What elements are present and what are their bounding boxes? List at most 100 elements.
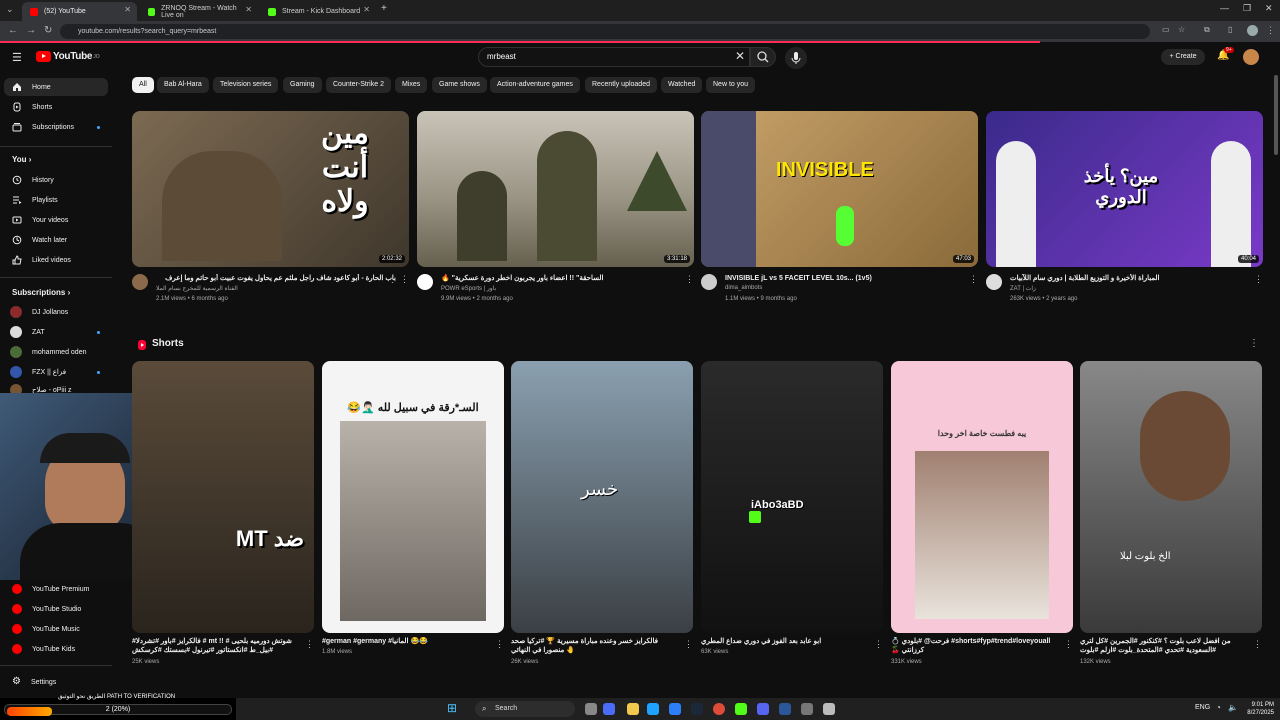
more-options-icon[interactable]: ⋮: [305, 639, 314, 650]
close-tab-icon[interactable]: ✕: [363, 5, 370, 14]
store-app-icon[interactable]: [669, 703, 681, 715]
app-icon[interactable]: [801, 703, 813, 715]
sidebar-item-playlists[interactable]: Playlists: [4, 191, 108, 209]
sidebar-item-settings[interactable]: ⚙ Settings: [4, 673, 108, 691]
channel-avatar[interactable]: [417, 274, 433, 290]
taskbar-search[interactable]: ⌕ Search: [475, 701, 575, 717]
maximize-icon[interactable]: ❐: [1243, 3, 1251, 14]
app-icon[interactable]: [779, 703, 791, 715]
close-tab-icon[interactable]: ✕: [245, 5, 252, 14]
reload-icon[interactable]: ↻: [44, 25, 52, 36]
address-bar[interactable]: youtube.com/results?search_query=mrbeast: [60, 24, 1150, 39]
video-channel[interactable]: POWR eSports | باور: [441, 285, 496, 292]
shorts-more-icon[interactable]: ⋮: [1249, 338, 1259, 349]
profile-avatar[interactable]: [1247, 25, 1258, 36]
search-input[interactable]: mrbeast ✕: [478, 47, 750, 67]
volume-icon[interactable]: 🔈: [1228, 703, 1238, 712]
chip-television-series[interactable]: Television series: [213, 77, 279, 93]
sidebar-item-history[interactable]: History: [4, 171, 108, 189]
sidebar-item-watch-later[interactable]: Watch later: [4, 231, 108, 249]
short-title[interactable]: فالكرايز خسر وعنده مباراة مسيرية 🏆 #تركي…: [511, 637, 679, 655]
more-options-icon[interactable]: ⋮: [1254, 274, 1263, 285]
video-channel[interactable]: القناة الرسمية للمخرج بسام الملا: [156, 285, 238, 292]
sidebar-item-home[interactable]: Home: [4, 78, 108, 96]
short-thumbnail[interactable]: خسر: [511, 361, 693, 633]
voice-search-button[interactable]: [785, 47, 807, 69]
short-title[interactable]: #german #germany #المانيا 😂😂: [322, 637, 490, 646]
clear-search-icon[interactable]: ✕: [735, 49, 745, 63]
short-thumbnail[interactable]: يبه فطست خاصة اخر وحدا: [891, 361, 1073, 633]
more-options-icon[interactable]: ⋮: [495, 639, 504, 650]
app-icon[interactable]: [735, 703, 747, 715]
menu-kebab-icon[interactable]: ⋮: [1266, 25, 1275, 36]
sidebar-item-youtube-premium[interactable]: YouTube Premium: [4, 580, 108, 598]
sidebar-sub-zat[interactable]: ZAT: [4, 323, 108, 341]
more-options-icon[interactable]: ⋮: [969, 274, 978, 285]
sidebar-subscriptions-heading[interactable]: Subscriptions ›: [12, 288, 70, 297]
short-title[interactable]: 💍 فرحت@ #بلودي #shorts#fyp#trend#loveyou…: [891, 637, 1059, 655]
app-icon[interactable]: [757, 703, 769, 715]
short-thumbnail[interactable]: MT ضد: [132, 361, 314, 633]
more-options-icon[interactable]: ⋮: [1253, 639, 1262, 650]
page-scrollbar[interactable]: [1274, 75, 1278, 155]
chip-game-shows[interactable]: Game shows: [432, 77, 487, 93]
sidebar-sub-mohammed-oden[interactable]: mohammed oden: [4, 343, 108, 361]
sidebar-item-youtube-studio[interactable]: YouTube Studio: [4, 600, 108, 618]
more-options-icon[interactable]: ⋮: [874, 639, 883, 650]
more-options-icon[interactable]: ⋮: [1064, 639, 1073, 650]
channel-avatar[interactable]: [701, 274, 717, 290]
video-title[interactable]: باب الحارة - أبو كاعود شاف راجل ملثم عم …: [156, 274, 396, 283]
sidebar-you-heading[interactable]: You ›: [12, 155, 31, 164]
tab-kick-stream[interactable]: ZRNOQ Stream - Watch Live on ✕: [140, 2, 258, 21]
sidebar-item-your-videos[interactable]: Your videos: [4, 211, 108, 229]
close-tab-icon[interactable]: ✕: [124, 5, 131, 14]
extensions-icon[interactable]: ⧉: [1204, 25, 1210, 35]
steam-app-icon[interactable]: [691, 703, 703, 715]
sidebar-item-youtube-kids[interactable]: YouTube Kids: [4, 640, 108, 658]
task-view-icon[interactable]: [585, 703, 597, 715]
taskbar-clock[interactable]: 9:01 PM 8/27/2025: [1247, 701, 1274, 717]
sidebar-sub-dj-jollanos[interactable]: DJ Jollanos: [4, 303, 108, 321]
video-thumbnail[interactable]: 3:31:18: [417, 111, 694, 267]
chip-mixes[interactable]: Mixes: [395, 77, 428, 93]
cast-icon[interactable]: ▭: [1162, 25, 1170, 34]
tab-search-icon[interactable]: ⌄: [6, 4, 14, 15]
sidebar-item-youtube-music[interactable]: YouTube Music: [4, 620, 108, 638]
edge-browser-icon[interactable]: [647, 703, 659, 715]
video-channel[interactable]: dima_aimbots: [725, 285, 762, 291]
forward-icon[interactable]: →: [26, 25, 36, 36]
sidepanel-icon[interactable]: ▯: [1228, 25, 1232, 34]
language-indicator[interactable]: ENG: [1195, 704, 1210, 711]
close-window-icon[interactable]: ✕: [1265, 3, 1273, 14]
bookmark-star-icon[interactable]: ☆: [1178, 25, 1185, 34]
search-button[interactable]: [750, 47, 776, 67]
tab-kick-dashboard[interactable]: Stream - Kick Dashboard ✕: [260, 2, 376, 21]
tab-youtube[interactable]: (52) YouTube ✕: [22, 2, 137, 21]
sidebar-sub-fzx[interactable]: FZX || فزاع: [4, 363, 108, 381]
windows-start-icon[interactable]: ⊞: [447, 701, 457, 715]
channel-avatar[interactable]: [132, 274, 148, 290]
youtube-logo[interactable]: YouTube JO: [36, 51, 100, 62]
video-title[interactable]: INVISIBLE jL vs 5 FACEIT LEVEL 10s... (1…: [725, 274, 965, 283]
video-thumbnail[interactable]: مين؟ يأخذ الدوري 40:04: [986, 111, 1263, 267]
video-thumbnail[interactable]: مين أنت ولاه 2:02:32: [132, 111, 409, 267]
back-icon[interactable]: ←: [8, 25, 18, 36]
chip-recently-uploaded[interactable]: Recently uploaded: [585, 77, 657, 93]
short-thumbnail[interactable]: السـ*رقة في سبيل لله 🤦🏻‍♂️😂: [322, 361, 504, 633]
sidebar-item-liked-videos[interactable]: Liked videos: [4, 251, 108, 269]
video-channel[interactable]: ZAT | زات: [1010, 285, 1036, 292]
short-title[interactable]: من افضل لاعب بلوت ؟ #كنكنور #الجمرين #كل…: [1080, 637, 1248, 655]
chip-bab-al-hara[interactable]: Bab Al-Hara: [157, 77, 209, 93]
minimize-icon[interactable]: —: [1220, 3, 1229, 13]
channel-avatar[interactable]: [986, 274, 1002, 290]
video-thumbnail[interactable]: INVISIBLE 47:03: [701, 111, 978, 267]
short-thumbnail[interactable]: الخ بلوت لبلا: [1080, 361, 1262, 633]
chip-action-adventure[interactable]: Action-adventure games: [490, 77, 580, 93]
file-explorer-icon[interactable]: [627, 703, 639, 715]
chip-gaming[interactable]: Gaming: [283, 77, 322, 93]
wifi-icon[interactable]: ◔: [1216, 703, 1221, 712]
create-button[interactable]: + Create: [1161, 49, 1205, 65]
video-title[interactable]: 🔥 "الساحقة" !! اعضاء باور يجربون اخطر دو…: [441, 274, 681, 283]
account-avatar[interactable]: [1243, 49, 1259, 65]
short-title[interactable]: ابو عابد بعد الفوز في دوري ضداع المطري: [701, 637, 869, 646]
